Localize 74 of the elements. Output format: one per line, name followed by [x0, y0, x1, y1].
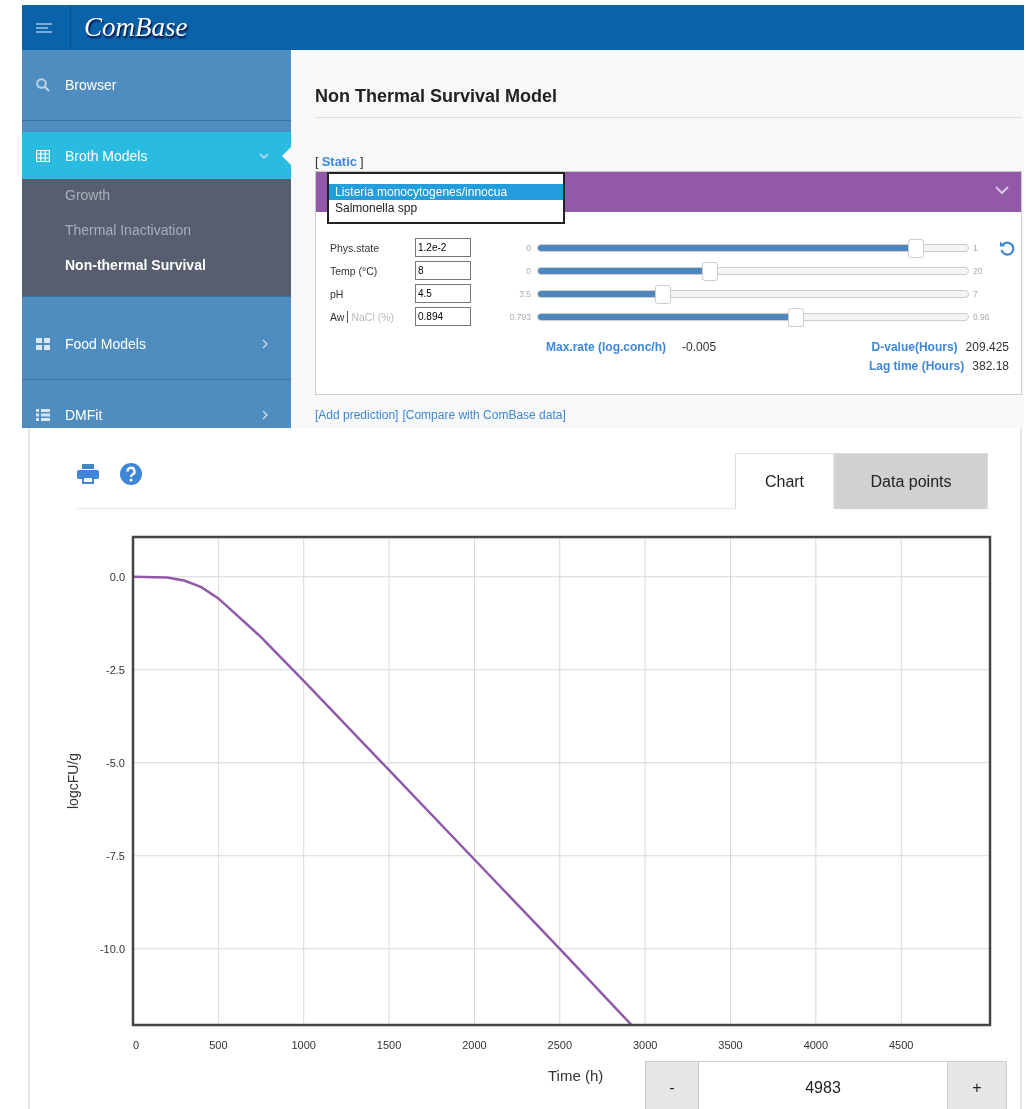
slider-max: 0.96 [972, 311, 991, 322]
slider-min: 0 [525, 242, 532, 253]
submenu-item[interactable]: Non-thermal Survival [22, 254, 291, 289]
result-value: -0.005 [682, 340, 717, 356]
action-link[interactable]: [Add prediction] [315, 408, 399, 422]
result-value: 382.18 [972, 359, 1009, 373]
chevron-right-icon [261, 410, 269, 420]
bracket: [ [315, 154, 319, 169]
x-tick-label: 3000 [632, 1039, 658, 1051]
y-tick-label: 0.0 [109, 570, 125, 583]
parameter-input[interactable]: 0.894 [415, 307, 471, 326]
slider[interactable] [537, 261, 969, 280]
slider[interactable] [537, 284, 969, 303]
result-label: Lag time (Hours) [868, 359, 965, 373]
slider[interactable] [537, 238, 969, 257]
tab[interactable]: Data points [834, 453, 988, 509]
x-tick-label: 1000 [291, 1039, 316, 1051]
result-label: D-value(Hours) [871, 340, 958, 354]
reset-icon[interactable] [999, 239, 1015, 256]
slider-max: 7 [972, 288, 979, 299]
slider-thumb[interactable] [654, 284, 671, 304]
y-tick-label: -7.5 [106, 849, 125, 862]
action-link[interactable]: [Compare with ComBase data] [402, 408, 566, 422]
slider-thumb[interactable] [702, 261, 718, 281]
slider-max: 20 [972, 265, 984, 276]
slider-min: 0.793 [508, 311, 532, 322]
parameter-input[interactable]: 8 [415, 261, 471, 280]
dropdown-option[interactable]: Salmonella spp [329, 200, 563, 216]
x-tick-label: 4500 [889, 1039, 914, 1051]
slider-thumb[interactable] [788, 307, 804, 327]
parameter-input[interactable]: 4.5 [415, 284, 471, 303]
y-tick-label: -10.0 [99, 942, 125, 955]
x-tick-label: 3500 [718, 1039, 743, 1051]
slider-min: 3.5 [518, 288, 532, 299]
table-icon [36, 149, 50, 162]
y-axis-label: logcFU/g [65, 753, 81, 809]
menu-icon[interactable] [36, 22, 52, 33]
time-input[interactable]: 4983 [698, 1062, 948, 1109]
search-icon [36, 78, 50, 92]
organism-dropdown[interactable]: Listeria monocytogenes/innocua Salmonella spp [327, 172, 565, 224]
help-icon[interactable] [120, 463, 142, 485]
result-value: 209.425 [965, 340, 1009, 354]
static-link[interactable]: Static [321, 154, 358, 169]
chevron-down-icon [259, 151, 269, 160]
x-tick-label: 2500 [547, 1039, 573, 1051]
chevron-icon [995, 186, 1009, 195]
page-title: Non Thermal Survival Model [315, 50, 1022, 118]
x-tick-label: 4000 [803, 1039, 829, 1051]
slider[interactable] [537, 307, 969, 326]
parameter-label: Phys.state [330, 241, 380, 254]
result-label: Max.rate (log.conc/h) [546, 340, 667, 356]
parameter-label: Temp (°C) [330, 264, 378, 277]
slider-max: 1 [972, 242, 979, 253]
slider-thumb[interactable] [908, 238, 925, 258]
grid-icon [36, 338, 50, 350]
list-icon [36, 409, 50, 421]
logo[interactable]: ComBase [84, 12, 188, 43]
slider-min: 0 [525, 265, 532, 276]
chevron-right-icon [261, 339, 269, 349]
decrement-button[interactable]: - [646, 1062, 698, 1109]
parameter-input[interactable]: 1.2e-2 [415, 238, 471, 257]
x-tick-label: 2000 [462, 1039, 487, 1051]
parameter-label: Aw [330, 310, 345, 323]
y-tick-label: -5.0 [106, 756, 125, 769]
x-axis-label: Time (h) [548, 1066, 605, 1084]
tab[interactable]: Chart [735, 453, 834, 509]
x-tick-label: 1500 [376, 1039, 402, 1051]
y-tick-label: -2.5 [106, 663, 125, 676]
x-tick-label: 500 [209, 1039, 228, 1051]
bracket: ] [360, 154, 364, 169]
parameter-label: pH [330, 287, 344, 300]
increment-button[interactable]: + [948, 1062, 1006, 1109]
print-icon[interactable] [77, 464, 99, 484]
x-tick-label: 0 [133, 1039, 140, 1051]
